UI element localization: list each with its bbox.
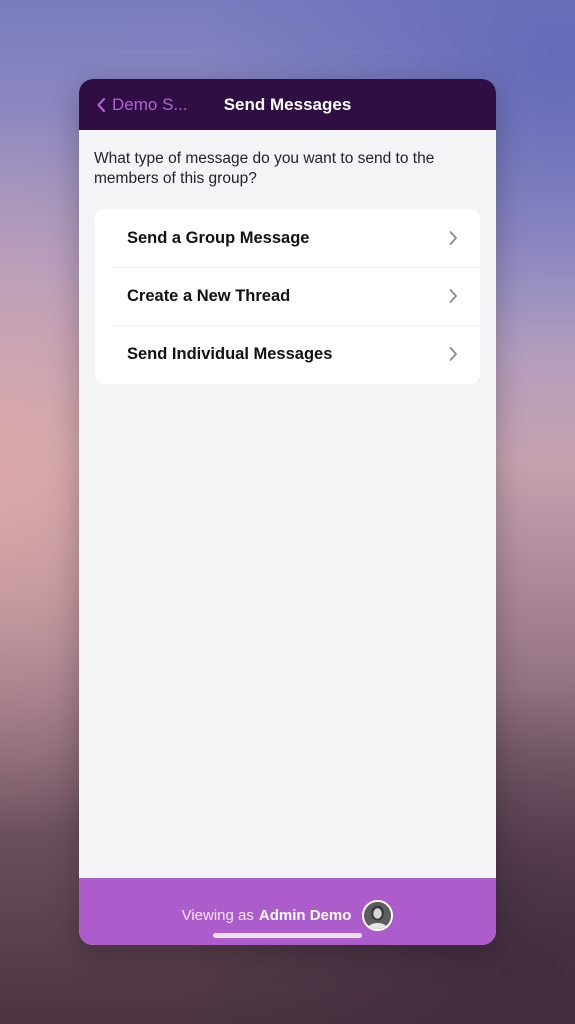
- viewing-as-bar: Viewing as Admin Demo: [79, 878, 496, 945]
- back-button-label: Demo S...: [112, 94, 188, 114]
- chevron-right-icon: [448, 288, 458, 304]
- message-type-prompt: What type of message do you want to send…: [94, 150, 435, 187]
- chevron-left-icon: [96, 97, 106, 113]
- viewing-as-name: Admin Demo: [258, 907, 352, 924]
- send-group-message-option[interactable]: Send a Group Message: [95, 209, 480, 267]
- back-button[interactable]: Demo S...: [96, 79, 188, 130]
- message-options-list: Send a Group Message Create a New Thread…: [95, 209, 480, 384]
- option-label: Send Individual Messages: [127, 344, 333, 363]
- header-bar: Send Messages Demo S...: [79, 79, 496, 130]
- viewing-as-indicator: Viewing as Admin Demo: [79, 900, 496, 931]
- viewing-as-prefix: Viewing as: [181, 907, 254, 924]
- home-indicator: [213, 933, 362, 938]
- option-label: Create a New Thread: [127, 286, 291, 305]
- page-title-text: Send Messages: [223, 95, 352, 114]
- send-individual-messages-option[interactable]: Send Individual Messages: [95, 325, 480, 383]
- chevron-right-icon: [448, 230, 458, 246]
- avatar[interactable]: [362, 900, 394, 931]
- create-new-thread-option[interactable]: Create a New Thread: [95, 267, 480, 325]
- chevron-right-icon: [448, 346, 458, 362]
- app-window: Send Messages Demo S... What type of mes…: [79, 79, 496, 945]
- option-label: Send a Group Message: [127, 228, 310, 247]
